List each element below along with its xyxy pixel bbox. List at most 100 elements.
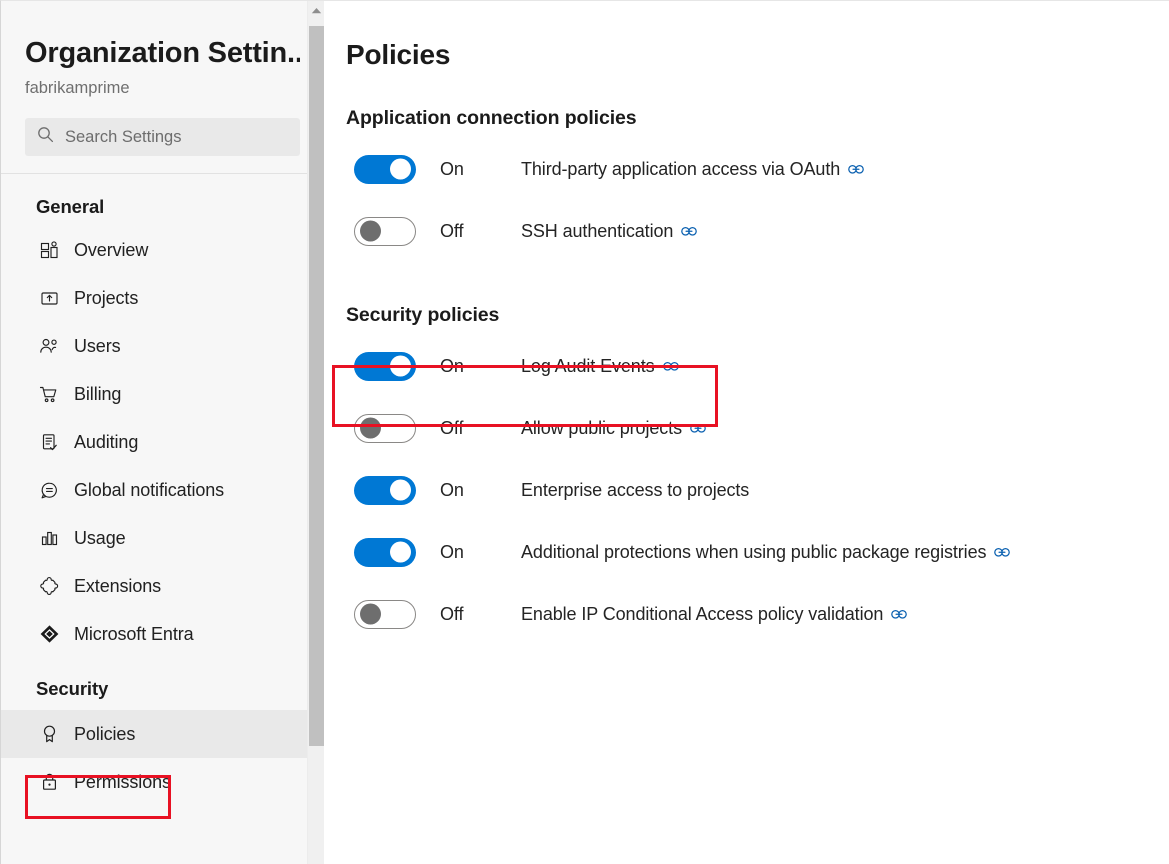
policy-toggle[interactable] — [354, 155, 416, 184]
policy-name-text: Additional protections when using public… — [521, 542, 986, 563]
settings-sidebar: Organization Settin... fabrikamprime Gen… — [1, 1, 324, 864]
policy-name-text: SSH authentication — [521, 221, 673, 242]
section-security-policies: Security policies On Log Audit Events — [344, 304, 1169, 645]
policy-name: SSH authentication — [521, 221, 697, 242]
organization-name: fabrikamprime — [25, 79, 300, 99]
sidebar-item-label: Extensions — [74, 577, 161, 595]
search-icon — [37, 126, 54, 148]
policy-toggle[interactable] — [354, 538, 416, 567]
policy-row-log-audit-events: On Log Audit Events — [344, 335, 1169, 397]
policy-name-text: Allow public projects — [521, 418, 682, 439]
link-icon[interactable] — [848, 164, 864, 175]
users-icon — [38, 335, 60, 357]
policy-toggle[interactable] — [354, 600, 416, 629]
policy-name-text: Enable IP Conditional Access policy vali… — [521, 604, 883, 625]
policy-name: Enterprise access to projects — [521, 480, 749, 501]
sidebar-item-billing[interactable]: Billing — [1, 370, 324, 418]
search-settings-box[interactable] — [25, 118, 300, 156]
search-input[interactable] — [65, 128, 288, 147]
sidebar-item-label: Permissions — [74, 773, 171, 791]
policy-row-enable-ip-conditional-access: Off Enable IP Conditional Access policy … — [344, 583, 1169, 645]
sidebar-item-label: Users — [74, 337, 121, 355]
sidebar-item-label: Auditing — [74, 433, 138, 451]
policy-name-text: Log Audit Events — [521, 356, 655, 377]
link-icon[interactable] — [690, 423, 706, 434]
toggle-knob — [360, 418, 381, 439]
sidebar-item-policies[interactable]: Policies — [1, 710, 324, 758]
projects-icon — [38, 287, 60, 309]
sidebar-item-global-notifications[interactable]: Global notifications — [1, 466, 324, 514]
section-application-connection-policies: Application connection policies On Third… — [344, 107, 1169, 262]
policy-name-text: Enterprise access to projects — [521, 480, 749, 501]
sidebar-item-label: Usage — [74, 529, 126, 547]
policy-state-label: On — [416, 356, 521, 377]
sidebar-item-permissions[interactable]: Permissions — [1, 758, 324, 806]
policy-state-label: Off — [416, 418, 521, 439]
link-icon[interactable] — [681, 226, 697, 237]
link-icon[interactable] — [891, 609, 907, 620]
policy-name: Additional protections when using public… — [521, 542, 1010, 563]
overview-icon — [38, 239, 60, 261]
policy-state-label: Off — [416, 604, 521, 625]
sidebar-group-security: Security — [1, 658, 324, 710]
extensions-puzzle-icon — [38, 575, 60, 597]
sidebar-nav: General Overview — [1, 174, 324, 806]
policy-state-label: On — [416, 480, 521, 501]
section-heading: Application connection policies — [344, 107, 1169, 130]
policy-name: Log Audit Events — [521, 356, 679, 377]
sidebar-item-label: Billing — [74, 385, 121, 403]
policy-row-allow-public-projects: Off Allow public projects — [344, 397, 1169, 459]
sidebar-item-projects[interactable]: Projects — [1, 274, 324, 322]
policy-name: Allow public projects — [521, 418, 706, 439]
policy-name-text: Third-party application access via OAuth — [521, 159, 840, 180]
sidebar-item-extensions[interactable]: Extensions — [1, 562, 324, 610]
sidebar-item-label: Policies — [74, 725, 135, 743]
policy-state-label: On — [416, 159, 521, 180]
toggle-knob — [390, 542, 411, 563]
policy-toggle[interactable] — [354, 414, 416, 443]
sidebar-item-microsoft-entra[interactable]: Microsoft Entra — [1, 610, 324, 658]
sidebar-item-users[interactable]: Users — [1, 322, 324, 370]
policy-row-additional-protections-public-package-registries: On Additional protections when using pub… — [344, 521, 1169, 583]
toggle-knob — [360, 221, 381, 242]
page-title: Policies — [344, 39, 1169, 71]
billing-cart-icon — [38, 383, 60, 405]
policy-name: Enable IP Conditional Access policy vali… — [521, 604, 907, 625]
policy-state-label: Off — [416, 221, 521, 242]
link-icon[interactable] — [994, 547, 1010, 558]
notifications-chat-icon — [38, 479, 60, 501]
sidebar-item-label: Projects — [74, 289, 138, 307]
toggle-knob — [390, 159, 411, 180]
auditing-clipboard-icon — [38, 431, 60, 453]
sidebar-group-general: General — [1, 174, 324, 226]
policy-toggle[interactable] — [354, 352, 416, 381]
microsoft-entra-icon — [38, 623, 60, 645]
policy-name: Third-party application access via OAuth — [521, 159, 864, 180]
usage-chart-icon — [38, 527, 60, 549]
policy-toggle[interactable] — [354, 476, 416, 505]
permissions-lock-icon — [38, 771, 60, 793]
policy-state-label: On — [416, 542, 521, 563]
sidebar-item-label: Microsoft Entra — [74, 625, 194, 643]
link-icon[interactable] — [663, 361, 679, 372]
policy-row-enterprise-access-to-projects: On Enterprise access to projects — [344, 459, 1169, 521]
sidebar-item-label: Global notifications — [74, 481, 224, 499]
sidebar-scrollbar[interactable] — [307, 1, 324, 864]
organization-settings-window: Organization Settin... fabrikamprime Gen… — [0, 0, 1169, 864]
sidebar-item-auditing[interactable]: Auditing — [1, 418, 324, 466]
sidebar-item-usage[interactable]: Usage — [1, 514, 324, 562]
toggle-knob — [390, 356, 411, 377]
policy-row-list: On Log Audit Events — [344, 335, 1169, 645]
policies-ribbon-icon — [38, 723, 60, 745]
sidebar-item-overview[interactable]: Overview — [1, 226, 324, 274]
sidebar-header: Organization Settin... fabrikamprime — [1, 1, 324, 156]
section-heading: Security policies — [344, 304, 1169, 327]
policy-row-third-party-oauth: On Third-party application access via OA… — [344, 138, 1169, 200]
scrollbar-thumb[interactable] — [309, 26, 324, 746]
chevron-up-icon[interactable] — [308, 1, 325, 19]
policies-panel: Policies Application connection policies… — [324, 1, 1169, 864]
toggle-knob — [360, 604, 381, 625]
sidebar-item-label: Overview — [74, 241, 148, 259]
toggle-knob — [390, 480, 411, 501]
policy-toggle[interactable] — [354, 217, 416, 246]
